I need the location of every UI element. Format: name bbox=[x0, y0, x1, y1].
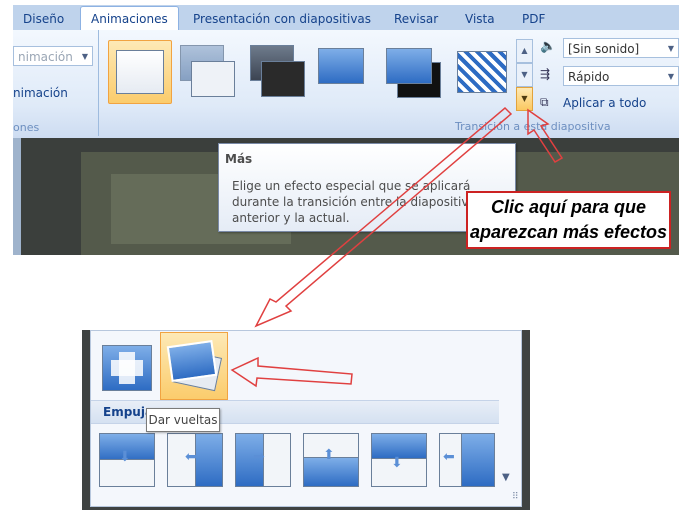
annotation-arrows bbox=[230, 106, 564, 388]
arrow-to-spin-thumb bbox=[230, 356, 353, 388]
arrow-to-gallery bbox=[254, 106, 513, 328]
arrow-to-more-button bbox=[527, 108, 564, 164]
